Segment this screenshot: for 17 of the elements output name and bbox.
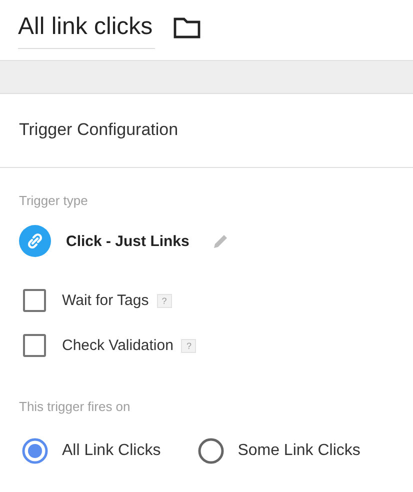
help-icon[interactable]: ?: [156, 294, 172, 308]
folder-icon[interactable]: [172, 17, 201, 39]
name-field[interactable]: All link clicks: [18, 10, 155, 49]
trigger-type-name: Click - Just Links: [66, 232, 190, 250]
radio-label: Some Link Clicks: [238, 442, 360, 460]
checkbox-label: Wait for Tags: [62, 292, 149, 309]
field-label: This trigger fires on: [19, 399, 132, 414]
checkbox-label: Check Validation: [62, 337, 174, 354]
radio-label: All Link Clicks: [62, 442, 161, 460]
field-label: Trigger type: [19, 193, 89, 208]
radio-button[interactable]: [198, 438, 224, 464]
checkbox[interactable]: [23, 334, 46, 357]
radio-button[interactable]: [22, 438, 48, 464]
checkbox[interactable]: [23, 289, 46, 312]
section-title: Trigger Configuration: [19, 120, 178, 139]
link-icon: [19, 225, 51, 257]
help-icon[interactable]: ?: [181, 338, 196, 352]
